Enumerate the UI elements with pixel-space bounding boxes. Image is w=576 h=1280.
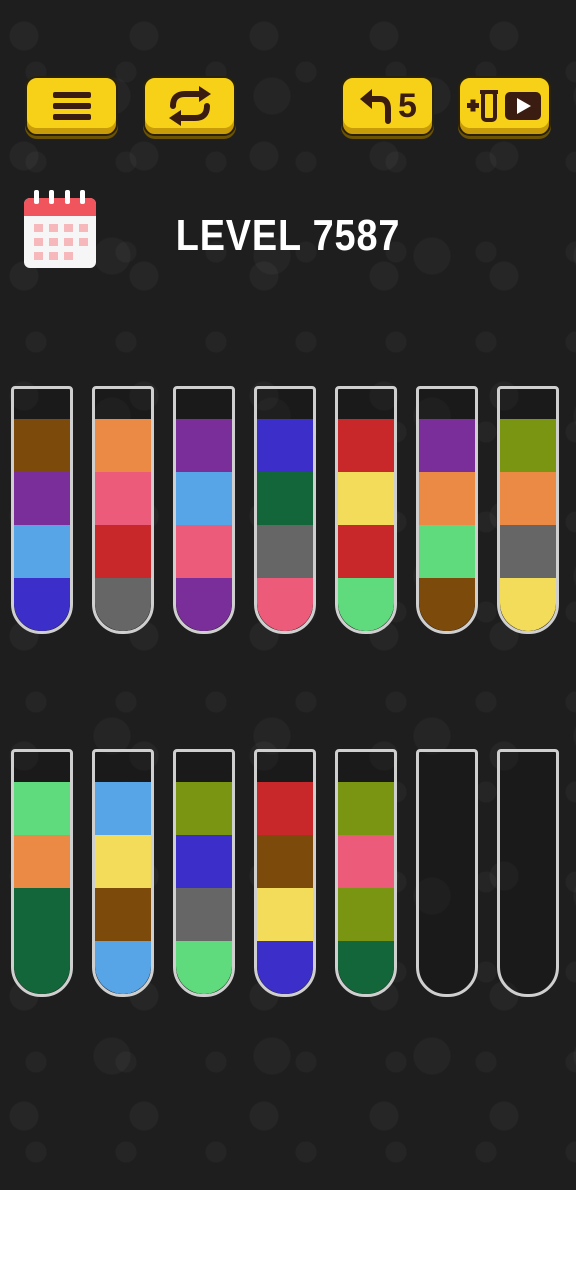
liquid-layer (176, 941, 232, 994)
tube-3[interactable] (173, 386, 235, 634)
liquid-layer (176, 419, 232, 472)
liquid-layer (176, 888, 232, 941)
tube-7[interactable] (497, 386, 559, 634)
liquid-layer (95, 419, 151, 472)
liquid-layer (14, 782, 70, 835)
liquid-layer (14, 888, 70, 941)
tube-5[interactable] (335, 386, 397, 634)
tube-liquid (338, 419, 394, 631)
liquid-layer (338, 941, 394, 994)
game-screen: 5 LEVEL 7587 (0, 0, 576, 1190)
tube-liquid (257, 782, 313, 994)
liquid-layer (257, 525, 313, 578)
liquid-layer (176, 782, 232, 835)
liquid-layer (176, 578, 232, 631)
liquid-layer (95, 525, 151, 578)
liquid-layer (14, 472, 70, 525)
liquid-layer (14, 941, 70, 994)
hamburger-menu-icon (52, 92, 91, 120)
liquid-layer (500, 525, 556, 578)
calendar-button[interactable] (24, 190, 96, 268)
liquid-layer (95, 835, 151, 888)
menu-button[interactable] (25, 76, 118, 136)
liquid-layer (338, 835, 394, 888)
tube-1[interactable] (11, 386, 73, 634)
bottom-blank-area (0, 1190, 576, 1280)
liquid-layer (14, 578, 70, 631)
undo-count: 5 (398, 86, 417, 125)
tube-13[interactable] (416, 749, 478, 997)
tube-10[interactable] (173, 749, 235, 997)
tube-liquid (14, 419, 70, 631)
tube-liquid (338, 782, 394, 994)
tube-2[interactable] (92, 386, 154, 634)
liquid-layer (338, 578, 394, 631)
restart-button[interactable] (143, 76, 236, 136)
liquid-layer (419, 578, 475, 631)
liquid-layer (95, 941, 151, 994)
liquid-layer (95, 578, 151, 631)
liquid-layer (500, 419, 556, 472)
tube-liquid (95, 782, 151, 994)
liquid-layer (176, 472, 232, 525)
restart-icon (168, 86, 211, 126)
undo-button[interactable]: 5 (341, 76, 434, 136)
liquid-layer (338, 472, 394, 525)
liquid-layer (14, 835, 70, 888)
tube-liquid (257, 419, 313, 631)
liquid-layer (95, 782, 151, 835)
tube-liquid (176, 782, 232, 994)
liquid-layer (257, 578, 313, 631)
liquid-layer (257, 835, 313, 888)
liquid-layer (176, 835, 232, 888)
liquid-layer (338, 782, 394, 835)
add-tube-video-icon (466, 90, 541, 122)
liquid-layer (257, 419, 313, 472)
liquid-layer (500, 472, 556, 525)
level-title: LEVEL 7587 (175, 211, 401, 260)
liquid-layer (338, 888, 394, 941)
tube-6[interactable] (416, 386, 478, 634)
tube-liquid (95, 419, 151, 631)
tube-9[interactable] (92, 749, 154, 997)
liquid-layer (257, 941, 313, 994)
liquid-layer (419, 419, 475, 472)
liquid-layer (500, 578, 556, 631)
liquid-layer (14, 419, 70, 472)
tube-liquid (14, 782, 70, 994)
tube-8[interactable] (11, 749, 73, 997)
undo-icon (360, 89, 392, 124)
liquid-layer (176, 525, 232, 578)
liquid-layer (14, 525, 70, 578)
liquid-layer (257, 888, 313, 941)
liquid-layer (95, 888, 151, 941)
calendar-icon (24, 190, 96, 268)
liquid-layer (419, 472, 475, 525)
liquid-layer (338, 525, 394, 578)
tube-4[interactable] (254, 386, 316, 634)
liquid-layer (95, 472, 151, 525)
liquid-layer (338, 419, 394, 472)
liquid-layer (257, 472, 313, 525)
liquid-layer (419, 525, 475, 578)
tube-14[interactable] (497, 749, 559, 997)
tube-11[interactable] (254, 749, 316, 997)
liquid-layer (257, 782, 313, 835)
tube-liquid (500, 419, 556, 631)
tube-12[interactable] (335, 749, 397, 997)
tube-liquid (176, 419, 232, 631)
tube-liquid (419, 419, 475, 631)
add-tube-button[interactable] (458, 76, 551, 136)
